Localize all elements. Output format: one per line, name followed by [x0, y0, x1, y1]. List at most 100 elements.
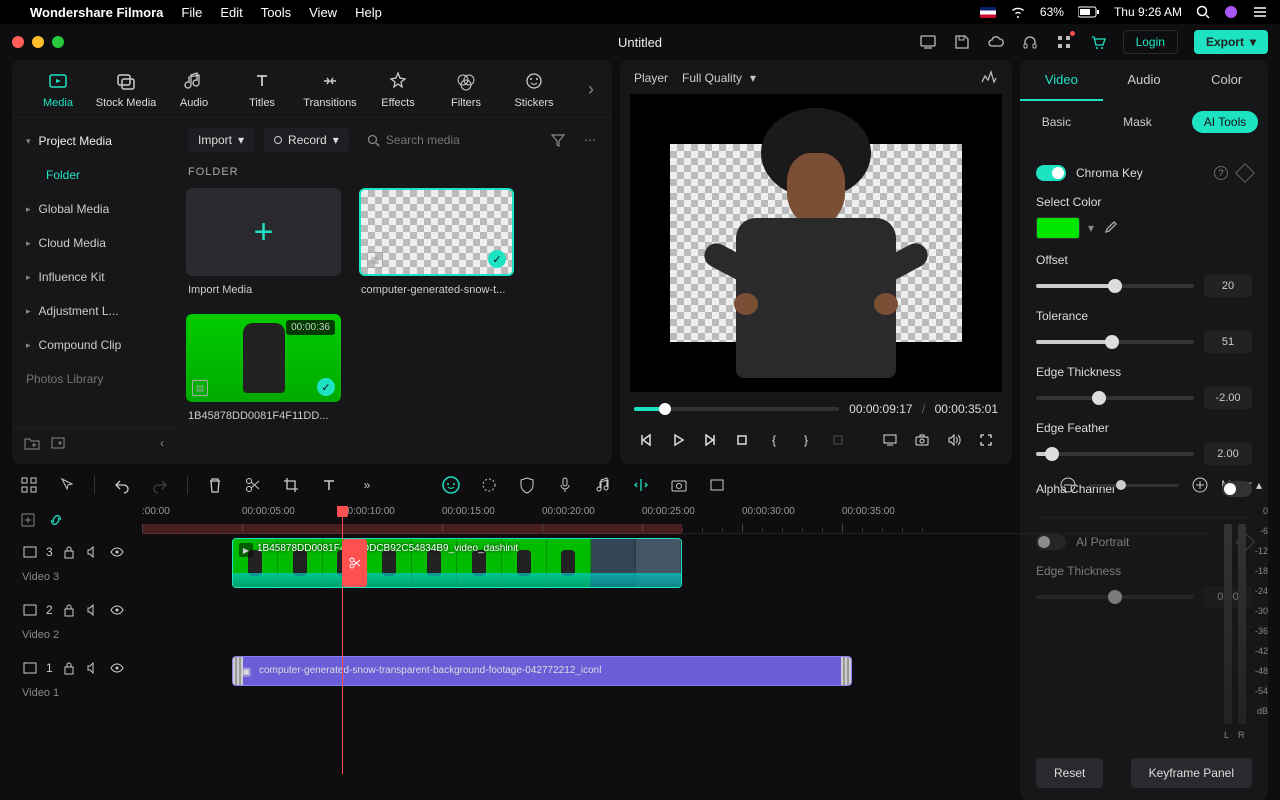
- tabs-more-button[interactable]: ›: [584, 79, 598, 100]
- lock-icon[interactable]: [61, 660, 77, 676]
- split-marker[interactable]: [343, 539, 367, 587]
- props-tab-video[interactable]: Video: [1020, 60, 1103, 101]
- eyedropper-icon[interactable]: [1102, 220, 1118, 236]
- eye-icon[interactable]: [109, 660, 125, 676]
- display-button[interactable]: [878, 428, 902, 452]
- mic-tool[interactable]: [554, 474, 576, 496]
- nav-adjustment-layer[interactable]: ▸Adjustment L...: [12, 294, 176, 328]
- mute-icon[interactable]: [85, 602, 101, 618]
- eye-icon[interactable]: [109, 602, 125, 618]
- next-frame-button[interactable]: [698, 428, 722, 452]
- music-tool[interactable]: [592, 474, 614, 496]
- crop-button[interactable]: [826, 428, 850, 452]
- tolerance-slider[interactable]: [1036, 340, 1194, 344]
- fullscreen-button[interactable]: [974, 428, 998, 452]
- search-input[interactable]: [386, 133, 528, 147]
- snapshot-button[interactable]: [910, 428, 934, 452]
- split-button[interactable]: [242, 474, 264, 496]
- tab-media[interactable]: Media: [26, 70, 90, 109]
- subtab-ai-tools[interactable]: AI Tools: [1192, 111, 1258, 133]
- eye-icon[interactable]: [109, 544, 125, 560]
- mute-icon[interactable]: [85, 544, 101, 560]
- search-media[interactable]: [359, 128, 536, 152]
- clip-handle-right[interactable]: [841, 657, 851, 685]
- save-icon[interactable]: [953, 33, 971, 51]
- nav-project-media[interactable]: ▾ Project Media: [12, 124, 176, 158]
- preview-viewport[interactable]: [630, 94, 1002, 392]
- undo-button[interactable]: [111, 474, 133, 496]
- headphones-icon[interactable]: [1021, 33, 1039, 51]
- login-button[interactable]: Login: [1123, 30, 1178, 54]
- media-tile-import[interactable]: + Import Media: [186, 188, 341, 296]
- export-button[interactable]: Export ▾: [1194, 30, 1268, 54]
- mark-out-button[interactable]: }: [794, 428, 818, 452]
- timeline-clip-video[interactable]: ▶ 1B45878DD0081F4F11DDCB92C54834B9_video…: [232, 538, 682, 588]
- nav-global-media[interactable]: ▸Global Media: [12, 192, 176, 226]
- nav-cloud-media[interactable]: ▸Cloud Media: [12, 226, 176, 260]
- new-bin-icon[interactable]: [50, 436, 66, 450]
- scopes-icon[interactable]: [980, 70, 998, 86]
- play-button[interactable]: [666, 428, 690, 452]
- screen-icon[interactable]: [919, 33, 937, 51]
- edge-thickness-slider[interactable]: [1036, 396, 1194, 400]
- quality-dropdown[interactable]: Full Quality ▾: [682, 71, 756, 85]
- edge-feather-value[interactable]: 2.00: [1204, 443, 1252, 465]
- menu-view[interactable]: View: [309, 5, 337, 20]
- mute-icon[interactable]: [85, 660, 101, 676]
- color-tool[interactable]: [478, 474, 500, 496]
- tab-transitions[interactable]: Transitions: [298, 70, 362, 109]
- tab-titles[interactable]: Titles: [230, 70, 294, 109]
- lock-icon[interactable]: [61, 544, 77, 560]
- track-head-3[interactable]: 3 Video 3: [12, 534, 142, 592]
- shield-tool[interactable]: [516, 474, 538, 496]
- chroma-key-toggle[interactable]: [1036, 165, 1066, 181]
- tolerance-value[interactable]: 51: [1204, 331, 1252, 353]
- media-tile[interactable]: 00:00:36 ▤ ✓ 1B45878DD0081F4F11DD...: [186, 314, 341, 422]
- props-tab-audio[interactable]: Audio: [1103, 60, 1186, 101]
- zoom-in-button[interactable]: [1189, 474, 1211, 496]
- edge-feather-slider[interactable]: [1036, 452, 1194, 456]
- track-head-1[interactable]: 1 Video 1: [12, 650, 142, 708]
- time-ruler[interactable]: :00:0000:00:05:0000:00:10:0000:00:15:000…: [142, 506, 1208, 534]
- volume-button[interactable]: [942, 428, 966, 452]
- zoom-out-button[interactable]: [1057, 474, 1079, 496]
- delete-button[interactable]: [204, 474, 226, 496]
- select-tool[interactable]: [56, 474, 78, 496]
- prev-frame-button[interactable]: [634, 428, 658, 452]
- menu-help[interactable]: Help: [355, 5, 382, 20]
- collapse-nav-button[interactable]: ‹: [160, 436, 164, 450]
- redo-button[interactable]: [149, 474, 171, 496]
- record-dropdown[interactable]: Record ▾: [264, 128, 349, 152]
- help-icon[interactable]: ?: [1214, 166, 1228, 180]
- link-button[interactable]: [48, 512, 64, 528]
- nav-folder[interactable]: Folder: [12, 158, 176, 192]
- tab-audio[interactable]: Audio: [162, 70, 226, 109]
- layout-icon[interactable]: [18, 474, 40, 496]
- subtab-basic[interactable]: Basic: [1030, 111, 1083, 133]
- timeline-area[interactable]: :00:0000:00:05:0000:00:10:0000:00:15:000…: [142, 506, 1208, 774]
- wifi-icon[interactable]: [1010, 6, 1026, 18]
- ai-button[interactable]: [440, 474, 462, 496]
- snapshot-tool[interactable]: [668, 474, 690, 496]
- tab-filters[interactable]: Filters: [434, 70, 498, 109]
- tab-stickers[interactable]: Stickers: [502, 70, 566, 109]
- mark-in-button[interactable]: {: [762, 428, 786, 452]
- track-head-2[interactable]: 2 Video 2: [12, 592, 142, 650]
- offset-slider[interactable]: [1036, 284, 1194, 288]
- maximize-window-button[interactable]: [52, 36, 64, 48]
- offset-value[interactable]: 20: [1204, 275, 1252, 297]
- stop-button[interactable]: [730, 428, 754, 452]
- scrub-bar[interactable]: [634, 407, 839, 411]
- close-window-button[interactable]: [12, 36, 24, 48]
- app-name[interactable]: Wondershare Filmora: [30, 5, 163, 20]
- props-tab-color[interactable]: Color: [1185, 60, 1268, 101]
- media-tile[interactable]: ▦ ✓ computer-generated-snow-t...: [359, 188, 514, 296]
- playhead[interactable]: [342, 506, 343, 774]
- text-tool[interactable]: [318, 474, 340, 496]
- nav-photos-library[interactable]: Photos Library: [12, 362, 176, 396]
- more-icon[interactable]: ⋯: [580, 129, 600, 151]
- menu-tools[interactable]: Tools: [261, 5, 291, 20]
- scrub-thumb[interactable]: [659, 403, 671, 415]
- subtab-mask[interactable]: Mask: [1111, 111, 1164, 133]
- tab-stock-media[interactable]: Stock Media: [94, 70, 158, 109]
